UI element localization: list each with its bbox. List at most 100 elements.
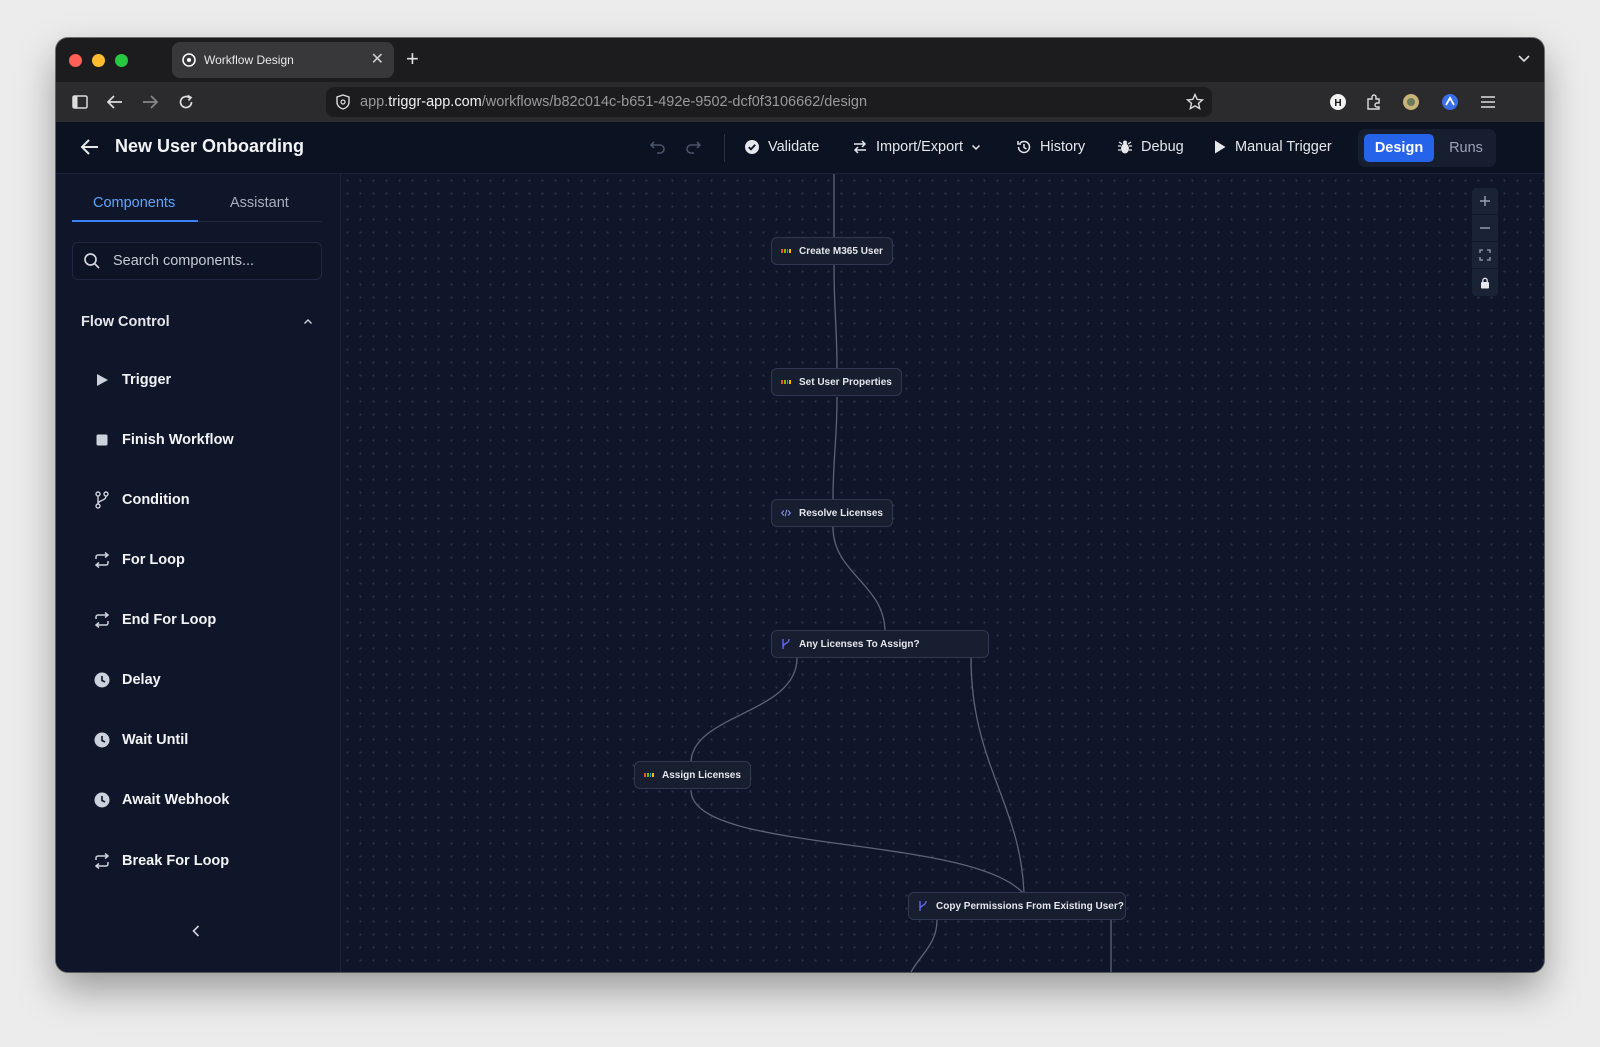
address-bar[interactable]: app. triggr-app.com/workflows/b82c014c-b6… — [326, 87, 1212, 117]
history-button[interactable]: History — [1016, 136, 1085, 158]
node-create-m365-user[interactable]: Create M365 User — [771, 237, 893, 265]
new-tab-icon[interactable]: + — [406, 48, 419, 70]
vpn-extension-icon[interactable] — [1440, 92, 1460, 112]
component-trigger[interactable]: Trigger — [92, 368, 312, 392]
tab-assistant[interactable]: Assistant — [230, 195, 289, 211]
node-label: Assign Licenses — [662, 769, 741, 781]
workflow-title: New User Onboarding — [115, 136, 305, 156]
back-icon[interactable] — [105, 92, 125, 112]
flow-control-section-header[interactable]: Flow Control — [81, 314, 313, 330]
node-any-licenses-to-assign[interactable]: Any Licenses To Assign? — [771, 630, 989, 658]
edge — [833, 264, 838, 371]
collapse-sidebar-icon[interactable] — [190, 924, 202, 938]
loop-icon — [92, 610, 112, 630]
component-break-for-loop[interactable]: Break For Loop — [92, 849, 312, 873]
node-assign-licenses[interactable]: Assign Licenses — [634, 761, 751, 789]
url-prefix: app. — [360, 94, 389, 110]
view-mode-switch: Design Runs — [1358, 129, 1496, 167]
browser-window: Workflow Design ✕ + app. triggr-app.com/w… — [56, 38, 1544, 972]
lock-icon[interactable] — [1472, 269, 1498, 296]
tab-list-chevron-icon[interactable] — [1516, 50, 1532, 66]
component-label: Await Webhook — [122, 792, 230, 808]
tab-title: Workflow Design — [204, 53, 294, 67]
site-shield-icon[interactable] — [336, 94, 350, 110]
search-input[interactable] — [113, 253, 303, 269]
component-finish-workflow[interactable]: Finish Workflow — [92, 428, 312, 452]
microsoft-icon — [644, 770, 654, 780]
bookmark-star-icon[interactable] — [1186, 93, 1204, 111]
runs-tab[interactable]: Runs — [1442, 134, 1490, 162]
node-copy-permissions[interactable]: Copy Permissions From Existing User? — [908, 892, 1126, 920]
edges-layer — [690, 174, 1112, 972]
back-arrow-icon[interactable] — [80, 138, 100, 156]
active-tab-indicator — [72, 220, 198, 222]
debug-label: Debug — [1141, 139, 1184, 155]
component-label: Wait Until — [122, 732, 189, 748]
chevron-up-icon[interactable] — [303, 317, 313, 327]
design-tab[interactable]: Design — [1364, 134, 1434, 162]
edge — [690, 789, 1025, 895]
sidebar-tabs: Components Assistant — [72, 188, 322, 222]
app-favicon-icon — [182, 53, 196, 67]
sidebar-toggle-icon[interactable] — [70, 92, 90, 112]
maximize-window-button[interactable] — [115, 54, 128, 67]
component-end-for-loop[interactable]: End For Loop — [92, 608, 312, 632]
component-await-webhook[interactable]: Await Webhook — [92, 788, 312, 812]
validate-button[interactable]: Validate — [744, 136, 819, 158]
clock-icon — [92, 790, 112, 810]
debug-button[interactable]: Debug — [1117, 136, 1184, 158]
component-wait-until[interactable]: Wait Until — [92, 728, 312, 752]
redo-icon[interactable] — [685, 139, 702, 160]
profile-avatar-icon[interactable] — [1401, 92, 1421, 112]
fit-view-icon[interactable] — [1472, 242, 1498, 269]
forward-icon[interactable] — [140, 92, 160, 112]
reload-icon[interactable] — [176, 92, 196, 112]
history-icon — [1017, 140, 1031, 154]
component-label: End For Loop — [122, 612, 217, 628]
component-label: Break For Loop — [122, 853, 230, 869]
tab-close-icon[interactable]: ✕ — [371, 52, 384, 68]
node-resolve-licenses[interactable]: Resolve Licenses — [771, 499, 893, 527]
component-label: Trigger — [122, 372, 172, 388]
browser-toolbar: app. triggr-app.com/workflows/b82c014c-b6… — [56, 82, 1544, 122]
component-for-loop[interactable]: For Loop — [92, 548, 312, 572]
minimize-window-button[interactable] — [92, 54, 105, 67]
component-label: Condition — [122, 492, 190, 508]
component-label: Delay — [122, 672, 161, 688]
microsoft-icon — [781, 246, 791, 256]
edge — [832, 526, 886, 633]
manual-trigger-label: Manual Trigger — [1235, 139, 1332, 155]
close-window-button[interactable] — [69, 54, 82, 67]
validate-label: Validate — [768, 139, 820, 155]
loop-icon — [92, 851, 112, 871]
bug-icon — [1118, 140, 1132, 154]
url-path: /workflows/b82c014c-b651-492e-9502-dcf0f… — [481, 94, 868, 110]
node-label: Set User Properties — [799, 376, 892, 388]
components-sidebar: Components Assistant Flow Control Trigge… — [56, 174, 341, 972]
zoom-in-icon[interactable] — [1472, 188, 1498, 215]
clock-icon — [92, 730, 112, 750]
zoom-out-icon[interactable] — [1472, 215, 1498, 242]
menu-hamburger-icon[interactable] — [1478, 92, 1498, 112]
browser-tab[interactable]: Workflow Design ✕ — [172, 42, 394, 78]
workflow-canvas[interactable]: Create M365 User Set User Properties Res… — [341, 174, 1544, 972]
code-icon — [781, 508, 791, 518]
tab-components[interactable]: Components — [93, 195, 175, 211]
import-export-button[interactable]: Import/Export — [852, 136, 981, 158]
clock-icon — [92, 670, 112, 690]
canvas-zoom-controls — [1472, 188, 1498, 296]
component-label: Finish Workflow — [122, 432, 234, 448]
extension-h-icon[interactable]: H — [1328, 92, 1348, 112]
component-delay[interactable]: Delay — [92, 668, 312, 692]
manual-trigger-button[interactable]: Manual Trigger — [1213, 136, 1332, 158]
component-condition[interactable]: Condition — [92, 488, 312, 512]
microsoft-icon — [781, 377, 791, 387]
extensions-puzzle-icon[interactable] — [1364, 92, 1384, 112]
node-set-user-properties[interactable]: Set User Properties — [771, 368, 902, 396]
condition-icon — [781, 638, 791, 649]
undo-icon[interactable] — [649, 139, 666, 160]
play-icon — [1215, 140, 1226, 154]
node-label: Copy Permissions From Existing User? — [936, 900, 1124, 912]
search-icon — [84, 253, 100, 269]
header-divider — [724, 134, 725, 162]
